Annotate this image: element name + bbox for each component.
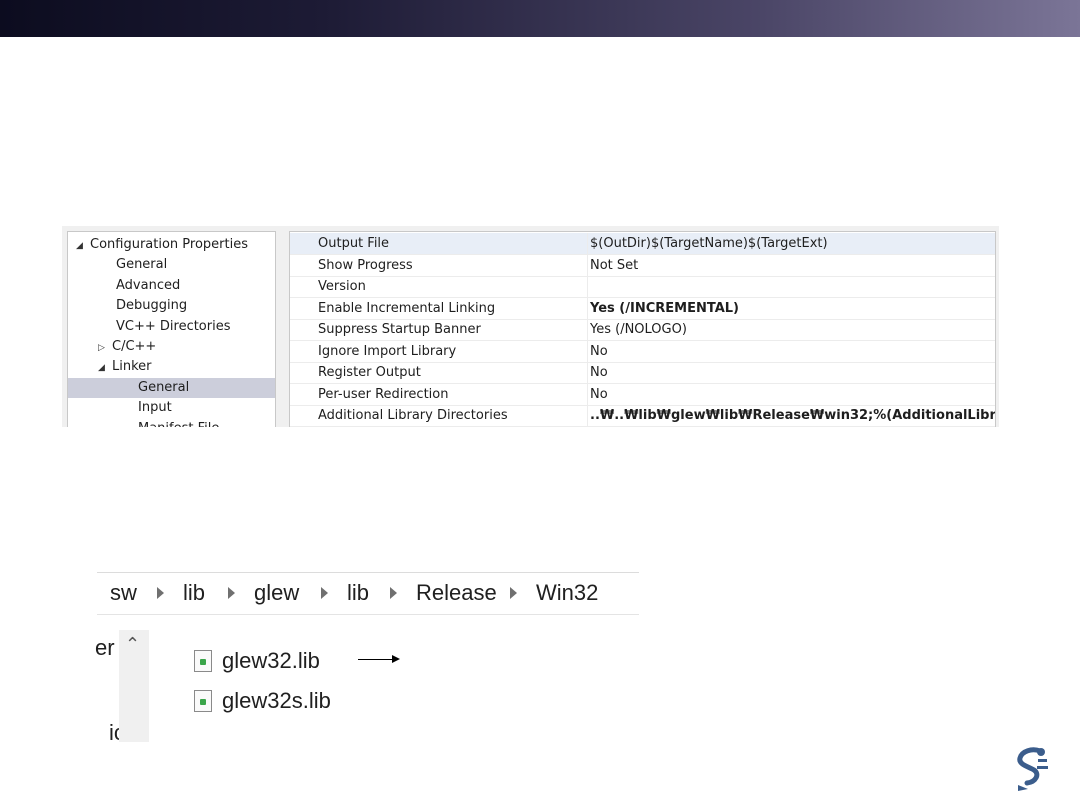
expand-arrow-icon[interactable]: ▷	[98, 338, 112, 358]
breadcrumb-separator-icon[interactable]	[157, 587, 164, 599]
tree-item-label: General	[138, 379, 190, 395]
property-value[interactable]: ..₩..₩lib₩glew₩lib₩Release₩win32;%(Addit…	[587, 405, 995, 426]
tree-item[interactable]: Manifest File	[138, 419, 219, 427]
breadcrumb-separator-icon[interactable]	[321, 587, 328, 599]
property-row[interactable]: Show Progress Not Set	[290, 254, 995, 277]
collapse-arrow-icon[interactable]: ◢	[98, 358, 112, 378]
breadcrumb-separator-icon[interactable]	[510, 587, 517, 599]
property-name: Output File	[318, 236, 390, 251]
right-arrow-head-icon	[392, 655, 400, 663]
chevron-up-icon[interactable]: ⌃	[125, 636, 140, 654]
tree-item[interactable]: General	[116, 255, 167, 275]
tree-item-label: VC++ Directories	[116, 318, 231, 334]
scrollbar[interactable]: ⌃	[119, 630, 149, 742]
property-value[interactable]	[587, 276, 590, 297]
breadcrumb-item[interactable]: lib	[347, 580, 369, 606]
breadcrumb-item[interactable]: sw	[110, 580, 137, 606]
property-name: Per-user Redirection	[318, 386, 449, 402]
top-banner	[0, 0, 1080, 37]
property-name: Show Progress	[318, 257, 413, 273]
tree-item-label: General	[116, 257, 168, 273]
tree-item-label: Configuration Properties	[90, 237, 248, 252]
breadcrumb-item[interactable]: Win32	[536, 580, 598, 606]
property-value[interactable]: No	[587, 383, 608, 405]
property-row[interactable]: Additional Library Directories ..₩..₩lib₩…	[290, 405, 995, 427]
tree-item[interactable]: ◢ Linker	[98, 357, 152, 377]
property-row[interactable]: Per-user Redirection No	[290, 383, 995, 406]
property-tree: ◢ Configuration Properties General Advanced…	[67, 231, 276, 427]
file-name: glew32.lib	[222, 648, 320, 673]
tree-item[interactable]: ◢ Configuration Properties	[76, 235, 248, 255]
nav-fragment: er	[95, 635, 115, 660]
address-breadcrumb: sw lib glew lib Release Win32	[97, 572, 639, 615]
breadcrumb-item[interactable]: Release	[416, 580, 497, 606]
property-row[interactable]: Version	[290, 276, 995, 298]
collapse-arrow-icon[interactable]: ◢	[76, 236, 90, 256]
property-name: Enable Incremental Linking	[318, 300, 496, 316]
property-row[interactable]: Enable Incremental Linking Yes (/INCREMEN…	[290, 297, 995, 320]
tree-item[interactable]: Input	[138, 398, 172, 418]
tree-item-label: C/C++	[112, 339, 157, 354]
property-value[interactable]: $(OutDir)$(TargetName)$(TargetExt)	[587, 233, 828, 254]
breadcrumb-separator-icon[interactable]	[228, 587, 235, 599]
tree-item[interactable]: Advanced	[116, 276, 180, 296]
property-value[interactable]: Yes (/NOLOGO)	[587, 319, 687, 340]
lib-file-icon	[194, 650, 212, 672]
navigation-pane: er ic ⌃	[95, 630, 152, 745]
property-row[interactable]: Ignore Import Library No	[290, 340, 995, 363]
property-value[interactable]: No	[587, 340, 608, 362]
linker-property-page: ◢ Configuration Properties General Advanced…	[62, 226, 999, 427]
tree-item-label: Manifest File	[138, 421, 219, 427]
property-value[interactable]: Yes (/INCREMENTAL)	[587, 297, 739, 319]
property-grid: Output File $(OutDir)$(TargetName)$(Targe…	[289, 231, 996, 427]
tree-item-label: Linker	[112, 359, 152, 375]
property-value[interactable]: No	[587, 362, 608, 383]
property-row[interactable]: Register Output No	[290, 362, 995, 384]
tree-item-label: Input	[138, 400, 172, 416]
tree-item[interactable]: Debugging	[116, 296, 187, 316]
tree-item[interactable]: General	[68, 377, 275, 398]
breadcrumb-item[interactable]: lib	[183, 580, 205, 606]
property-row[interactable]: Output File $(OutDir)$(TargetName)$(Targe…	[290, 233, 995, 255]
robot-arm-logo-icon	[1017, 747, 1048, 791]
file-explorer: sw lib glew lib Release Win32 er ic ⌃ glew32.…	[95, 572, 639, 745]
property-name: Suppress Startup Banner	[318, 322, 481, 337]
tree-item[interactable]: ▷ C/C++	[98, 337, 156, 357]
property-value[interactable]: Not Set	[587, 254, 638, 276]
tree-item-label: Advanced	[116, 277, 181, 293]
property-name: Register Output	[318, 365, 421, 380]
breadcrumb-separator-icon[interactable]	[390, 587, 397, 599]
lib-file-icon	[194, 690, 212, 712]
tree-item[interactable]: VC++ Directories	[116, 317, 231, 337]
file-name: glew32s.lib	[222, 688, 331, 713]
tree-item-label: Debugging	[116, 298, 188, 314]
right-arrow-icon	[358, 659, 394, 660]
property-row[interactable]: Suppress Startup Banner Yes (/NOLOGO)	[290, 319, 995, 341]
property-name: Additional Library Directories	[318, 408, 508, 423]
breadcrumb-item[interactable]: glew	[254, 580, 299, 606]
property-name: Version	[318, 279, 366, 294]
property-name: Ignore Import Library	[318, 343, 457, 359]
